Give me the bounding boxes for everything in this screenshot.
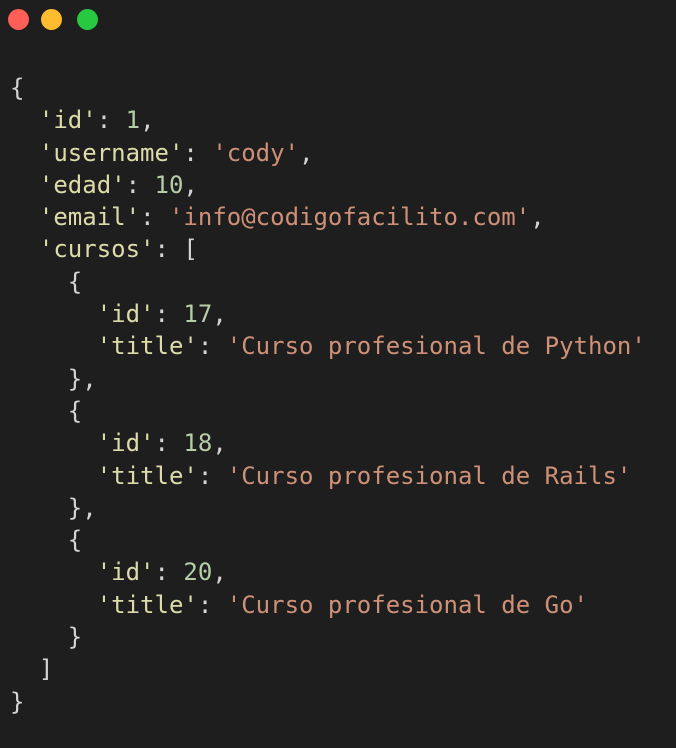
- code-line: 'username': 'cody',: [38, 138, 314, 167]
- maximize-window-icon[interactable]: [77, 9, 98, 30]
- course-id-value: 18: [183, 429, 213, 458]
- code-line: {: [10, 524, 646, 556]
- course-id-value: 17: [183, 300, 213, 329]
- course-title-value: 'Curso profesional de Rails': [226, 461, 632, 490]
- course-close-brace: }: [67, 364, 83, 393]
- course-title-key: 'title': [96, 590, 198, 619]
- username-value: 'cody': [212, 138, 300, 167]
- code-line: 'id': 17,: [96, 300, 227, 329]
- edad-value: 10: [154, 170, 184, 199]
- code-line: },: [67, 364, 97, 393]
- course-id-key: 'id': [96, 300, 155, 329]
- cursos-key: 'cursos': [38, 235, 155, 264]
- list-open-bracket: [: [183, 235, 198, 264]
- course-id-key: 'id': [96, 429, 155, 458]
- code-line: 'title': 'Curso profesional de Go': [96, 590, 588, 619]
- code-line: 'title': 'Curso profesional de Python': [96, 332, 646, 361]
- code-line: }: [10, 621, 646, 653]
- open-brace: {: [10, 74, 25, 102]
- course-title-key: 'title': [96, 332, 198, 361]
- code-line: {: [10, 266, 646, 298]
- course-open-brace: {: [67, 526, 83, 555]
- list-close-bracket: ]: [38, 655, 54, 684]
- code-line: 'id': 20,: [96, 558, 227, 587]
- course-title-value: 'Curso profesional de Python': [226, 332, 646, 361]
- course-title-key: 'title': [96, 461, 198, 490]
- email-value: 'info@codigofacilito.com': [168, 203, 531, 232]
- id-key: 'id': [38, 106, 97, 135]
- course-open-brace: {: [67, 396, 83, 425]
- minimize-window-icon[interactable]: [41, 9, 62, 30]
- code-line: 'id': 1,: [38, 106, 155, 135]
- code-window: { 'id': 1, 'username': 'cody', 'edad': 1…: [0, 0, 676, 748]
- code-line: ]: [10, 653, 646, 685]
- course-id-key: 'id': [96, 558, 155, 587]
- id-value: 1: [125, 106, 141, 135]
- code-block: { 'id': 1, 'username': 'cody', 'edad': 1…: [10, 72, 646, 718]
- code-line: }: [10, 686, 646, 718]
- code-line: 'edad': 10,: [38, 170, 198, 199]
- code-line: 'cursos': [: [38, 235, 198, 264]
- course-title-value: 'Curso profesional de Go': [226, 590, 588, 619]
- close-brace: }: [10, 687, 25, 716]
- code-line: {: [10, 72, 646, 104]
- code-line: 'email': 'info@codigofacilito.com',: [38, 203, 545, 232]
- edad-key: 'edad': [38, 170, 126, 199]
- window-titlebar: [0, 0, 676, 40]
- email-key: 'email': [38, 203, 141, 232]
- code-line: 'title': 'Curso profesional de Rails': [96, 461, 632, 490]
- code-line: 'id': 18,: [96, 429, 227, 458]
- course-close-brace: }: [67, 623, 83, 652]
- course-close-brace: }: [67, 493, 83, 522]
- code-line: {: [10, 395, 646, 427]
- course-id-value: 20: [183, 558, 213, 587]
- code-line: },: [67, 493, 97, 522]
- course-open-brace: {: [67, 267, 83, 296]
- close-window-icon[interactable]: [8, 9, 29, 30]
- username-key: 'username': [38, 138, 184, 167]
